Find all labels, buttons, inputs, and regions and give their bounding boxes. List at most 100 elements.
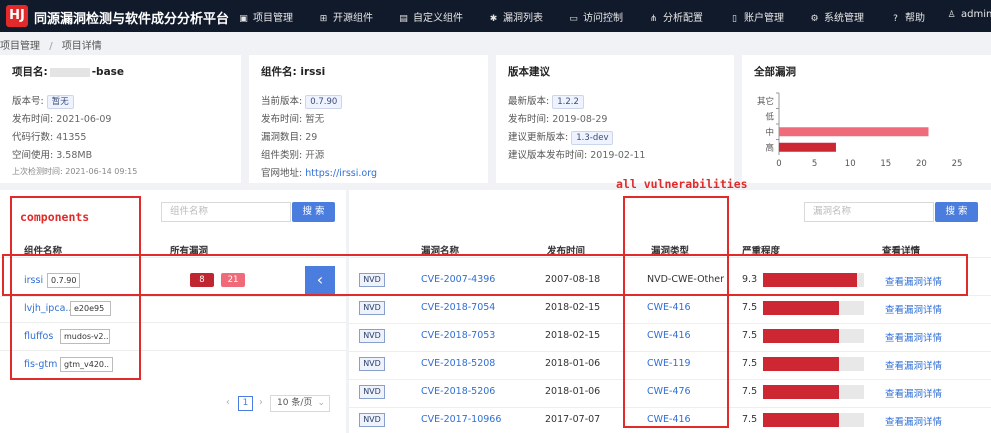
project-name-label: 项目名: bbox=[12, 66, 48, 78]
cve-link[interactable]: CVE-2018-7053 bbox=[421, 330, 495, 341]
vuln-type[interactable]: CWE-476 bbox=[647, 386, 691, 397]
divider bbox=[349, 351, 991, 352]
cve-link[interactable]: CVE-2007-4396 bbox=[421, 274, 495, 285]
severity-bar-fill bbox=[763, 413, 839, 427]
nav-label: 自定义组件 bbox=[413, 13, 463, 24]
pagination-prev-icon[interactable]: ‹ bbox=[226, 397, 230, 408]
component-link[interactable]: fluffos bbox=[24, 331, 53, 342]
field-label: 建议更新版本: bbox=[508, 132, 569, 143]
pagination-next-icon[interactable]: › bbox=[259, 397, 263, 408]
project-name-title: 项目名: -base bbox=[12, 64, 124, 79]
nav-custom-components[interactable]: ▤ 自定义组件 bbox=[398, 9, 463, 24]
severity-bar-fill bbox=[763, 273, 857, 287]
view-detail-link[interactable]: 查看漏洞详情 bbox=[885, 330, 942, 344]
vuln-search-button[interactable]: 搜 索 bbox=[935, 202, 978, 222]
publish-date: 2018-02-15 bbox=[545, 330, 601, 341]
nav-system[interactable]: ⚙ 系统管理 bbox=[809, 9, 864, 24]
pagination-page[interactable]: 1 bbox=[238, 396, 253, 411]
component-search-input[interactable]: 组件名称 bbox=[161, 202, 291, 222]
field-label: 发布时间: bbox=[261, 114, 303, 125]
severity-bar-fill bbox=[763, 301, 839, 315]
component-link[interactable]: fis-gtm bbox=[24, 359, 57, 370]
col-vuln-type: 漏洞类型 bbox=[651, 246, 690, 257]
chart-bar[interactable] bbox=[779, 127, 929, 137]
breadcrumb-parent[interactable]: 项目管理 bbox=[0, 41, 40, 52]
divider bbox=[0, 350, 346, 351]
cve-link[interactable]: CVE-2018-5208 bbox=[421, 358, 495, 369]
source-badge: NVD bbox=[359, 357, 385, 371]
chart-category-label: 其它 bbox=[757, 96, 774, 107]
collapse-arrow-button[interactable]: ‹ bbox=[305, 266, 335, 295]
divider bbox=[349, 295, 991, 296]
page-size-value: 10 条/页 bbox=[277, 398, 313, 408]
vuln-search-input[interactable]: 漏洞名称 bbox=[804, 202, 934, 222]
nav-projects[interactable]: ▣ 项目管理 bbox=[238, 9, 293, 24]
cve-link[interactable]: CVE-2017-10966 bbox=[421, 414, 501, 425]
vuln-type[interactable]: CWE-416 bbox=[647, 414, 691, 425]
nav-label: 漏洞列表 bbox=[503, 13, 543, 24]
cve-link[interactable]: CVE-2018-7054 bbox=[421, 302, 495, 313]
field-value: 2021-06-14 09:15 bbox=[65, 167, 138, 176]
vuln-type[interactable]: CWE-416 bbox=[647, 302, 691, 313]
chart-x-tick-label: 25 bbox=[952, 159, 963, 169]
component-vulns-row: 漏洞数目: 29 bbox=[261, 129, 317, 143]
nav-label: 账户管理 bbox=[744, 13, 784, 24]
project-loc-row: 代码行数: 41355 bbox=[12, 129, 86, 143]
source-badge: NVD bbox=[359, 413, 385, 427]
view-detail-link[interactable]: 查看漏洞详情 bbox=[885, 274, 942, 288]
high-count-badge: 8 bbox=[190, 273, 214, 287]
component-version-tag: 0.7.90 bbox=[47, 273, 81, 288]
chart-bar[interactable] bbox=[779, 142, 836, 152]
project-lastscan-row: 上次检测时间: 2021-06-14 09:15 bbox=[12, 166, 137, 177]
nav-label: 项目管理 bbox=[253, 13, 293, 24]
col-component-name: 组件名称 bbox=[24, 246, 63, 257]
latest-date-row: 发布时间: 2019-08-29 bbox=[508, 111, 607, 125]
field-value: 2021-06-09 bbox=[56, 114, 112, 125]
vuln-type[interactable]: CWE-416 bbox=[647, 330, 691, 341]
field-label: 上次检测时间: bbox=[12, 167, 63, 176]
view-detail-link[interactable]: 查看漏洞详情 bbox=[885, 414, 942, 428]
chevron-left-icon: ‹ bbox=[316, 270, 324, 289]
nav-open-components[interactable]: ⊞ 开源组件 bbox=[318, 9, 373, 24]
publish-date: 2017-07-07 bbox=[545, 414, 601, 425]
severity-bar bbox=[763, 301, 864, 315]
nav-account[interactable]: ▯ 账户管理 bbox=[729, 9, 784, 24]
all-vulns-chart-card: 全部漏洞 其它低中高 0 5 10 15 20 25 bbox=[742, 55, 991, 183]
publish-date: 2018-01-06 bbox=[545, 358, 601, 369]
breadcrumb: 项目管理 / 项目详情 bbox=[0, 37, 102, 53]
official-site-link[interactable]: https://irssi.org bbox=[305, 168, 377, 179]
source-badge: NVD bbox=[359, 385, 385, 399]
field-label: 当前版本: bbox=[261, 96, 303, 107]
publish-date: 2007-08-18 bbox=[545, 274, 601, 285]
nav-label: 访问控制 bbox=[583, 13, 623, 24]
user-icon: ♙ bbox=[947, 10, 956, 20]
nav-analysis-config[interactable]: ⋔ 分析配置 bbox=[648, 9, 703, 24]
component-link[interactable]: irssi bbox=[24, 275, 43, 286]
component-search-button[interactable]: 搜 索 bbox=[292, 202, 335, 222]
severity-bar bbox=[763, 329, 864, 343]
nav-vuln-list[interactable]: ✱ 漏洞列表 bbox=[488, 9, 543, 24]
latest-version-row: 最新版本: 1.2.2 bbox=[508, 93, 584, 109]
vuln-type[interactable]: CWE-119 bbox=[647, 358, 691, 369]
view-detail-link[interactable]: 查看漏洞详情 bbox=[885, 302, 942, 316]
view-detail-link[interactable]: 查看漏洞详情 bbox=[885, 358, 942, 372]
app-logo[interactable]: HJ bbox=[6, 5, 28, 27]
cve-link[interactable]: CVE-2018-5206 bbox=[421, 386, 495, 397]
components-panel: 组件名称 搜 索 组件名称 所有漏洞 irssi 0.7.90 8 21 ‹ l… bbox=[0, 190, 346, 433]
source-badge: NVD bbox=[359, 273, 385, 287]
component-link[interactable]: lvjh_ipca.. bbox=[24, 303, 71, 314]
field-label: 官网地址: bbox=[261, 168, 303, 179]
page-size-select[interactable]: 10 条/页 ⌄ bbox=[270, 395, 330, 412]
view-detail-link[interactable]: 查看漏洞详情 bbox=[885, 386, 942, 400]
project-info-card: 项目名: -base 版本号: 暂无 发布时间: 2021-06-09 代码行数:… bbox=[0, 55, 241, 183]
chevron-down-icon: ⌄ bbox=[317, 398, 325, 408]
field-label: 代码行数: bbox=[12, 132, 54, 143]
annotation-components-label: components bbox=[20, 210, 90, 224]
top-navbar: HJ 同源漏洞检测与软件成分分析平台 ▣ 项目管理 ⊞ 开源组件 ▤ 自定义组件 ✱ 漏… bbox=[0, 0, 991, 32]
vuln-severity-chart: 其它低中高0 5 10 15 20 25 bbox=[757, 92, 963, 169]
branch-icon: ⋔ bbox=[649, 14, 658, 24]
severity-bar bbox=[763, 385, 864, 399]
nav-help[interactable]: ? 帮助 bbox=[890, 9, 925, 24]
nav-access-control[interactable]: ▭ 访问控制 bbox=[568, 9, 623, 24]
nav-user[interactable]: ♙ admin bbox=[946, 9, 991, 20]
